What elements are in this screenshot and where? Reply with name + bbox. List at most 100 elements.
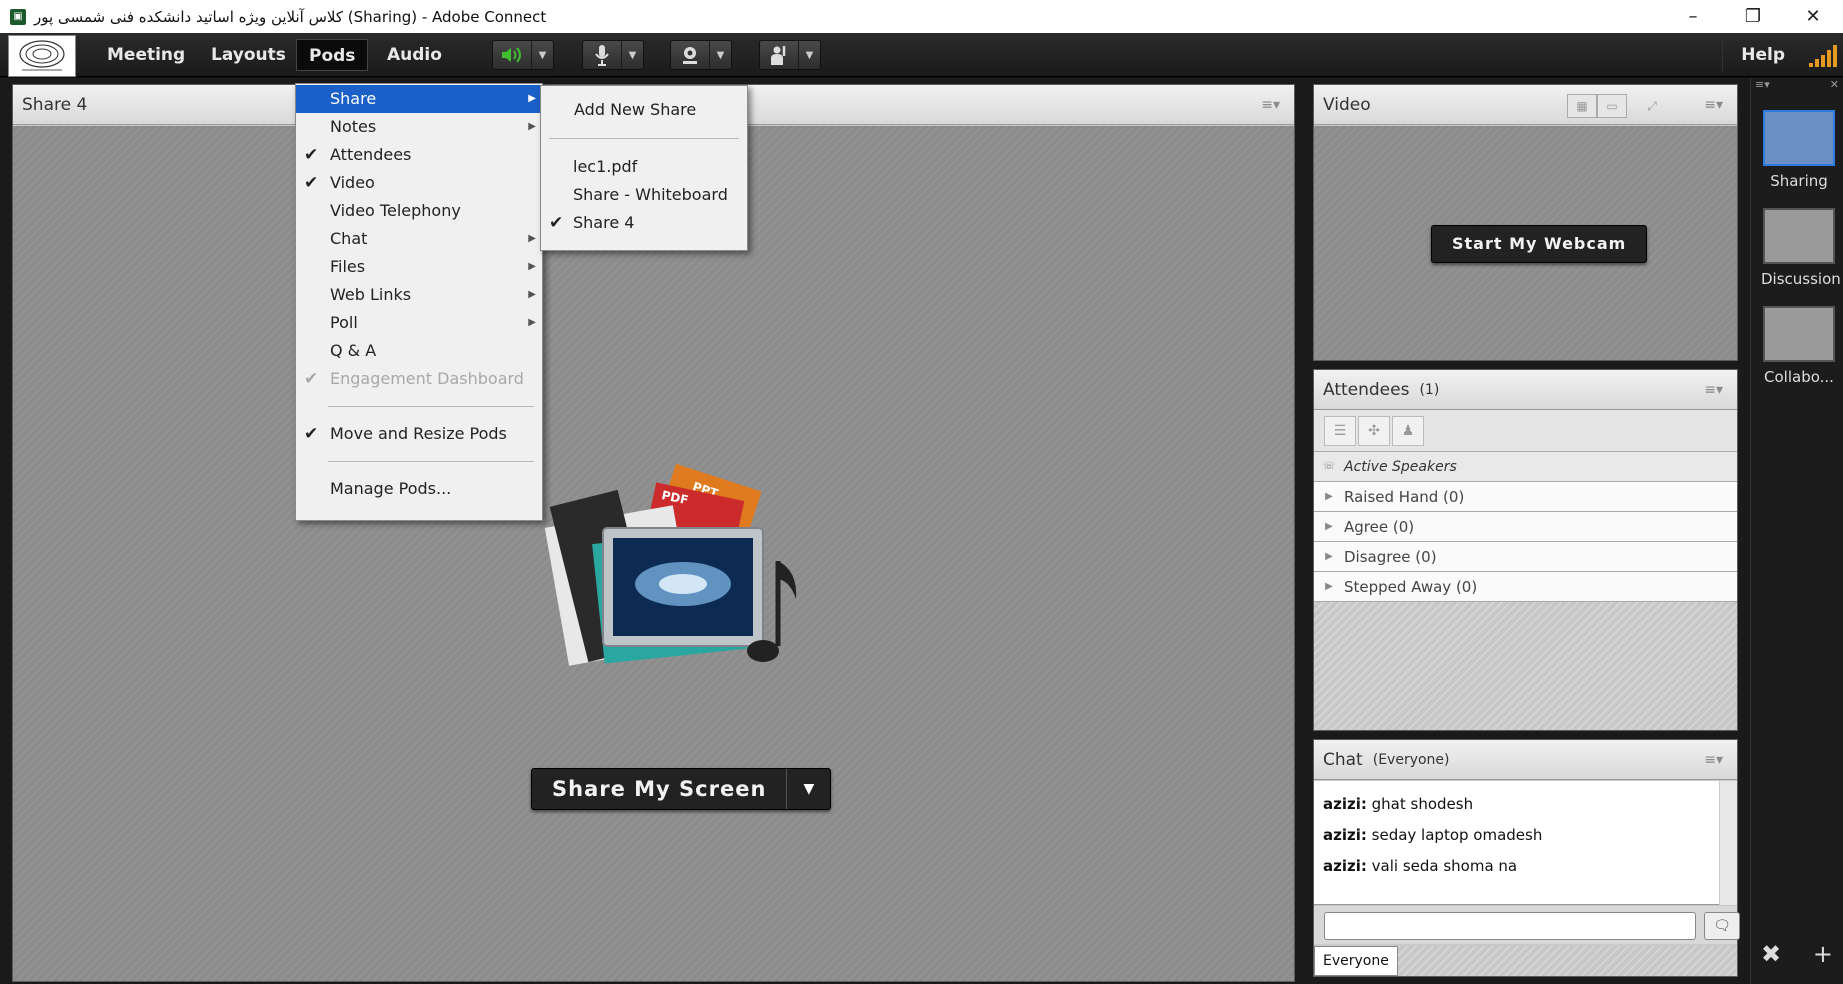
- checkmark-icon: ✔: [304, 173, 319, 193]
- chat-tab-everyone[interactable]: Everyone: [1314, 946, 1398, 976]
- grid-view-icon[interactable]: ▦: [1567, 94, 1597, 118]
- menu-audio[interactable]: Audio: [375, 39, 454, 71]
- status-button[interactable]: ▼: [759, 40, 821, 70]
- webcam-button[interactable]: ▼: [670, 40, 732, 70]
- pods-menu-share[interactable]: Share ▶: [296, 85, 542, 113]
- filmstrip-view-icon[interactable]: ▭: [1597, 94, 1627, 118]
- window-titlebar: ▣ کلاس آنلاین ویژه اساتید دانشکده فنی شم…: [0, 0, 1843, 33]
- pods-menu-manage-pods[interactable]: Manage Pods...: [296, 475, 542, 503]
- pods-menu-files[interactable]: Files ▶: [296, 253, 542, 281]
- pods-menu-poll[interactable]: Poll ▶: [296, 309, 542, 337]
- microphone-button[interactable]: ▼: [582, 40, 644, 70]
- share-submenu-share-4[interactable]: ✔ Share 4: [541, 209, 747, 237]
- share-my-screen-button[interactable]: Share My Screen ▼: [531, 768, 832, 810]
- layout-discussion[interactable]: Discussion: [1761, 208, 1841, 288]
- menu-item-label: Attendees: [330, 145, 412, 164]
- fullscreen-icon[interactable]: ⤢: [1637, 94, 1667, 118]
- attendee-group-label: Disagree (0): [1344, 547, 1437, 566]
- chat-scrollbar[interactable]: [1719, 781, 1737, 905]
- chat-pod: Chat (Everyone) ≡▾ azizi: ghat shodesh a…: [1313, 739, 1740, 977]
- pods-menu-video[interactable]: ✔ Video: [296, 169, 542, 197]
- menu-item-label: Share - Whiteboard: [573, 185, 728, 204]
- pods-menu-chat[interactable]: Chat ▶: [296, 225, 542, 253]
- menu-separator: [328, 406, 534, 407]
- active-speakers-label: Active Speakers: [1344, 458, 1457, 475]
- share-submenu: Add New Share lec1.pdf Share - Whiteboar…: [540, 85, 748, 251]
- layout-thumbnail: [1763, 306, 1835, 362]
- share-submenu-lec1-pdf[interactable]: lec1.pdf: [541, 153, 747, 181]
- pods-menu-notes[interactable]: Notes ▶: [296, 113, 542, 141]
- pods-menu-web-links[interactable]: Web Links ▶: [296, 281, 542, 309]
- pods-dropdown-menu: Share ▶ Notes ▶ ✔ Attendees ✔ Video Vide…: [295, 83, 543, 521]
- pod-options-icon[interactable]: ≡▾: [1704, 382, 1723, 398]
- share-media-graphic: PPT PDF: [538, 456, 818, 696]
- menu-item-label: Share: [330, 89, 377, 108]
- menu-layouts[interactable]: Layouts: [199, 39, 298, 71]
- layout-settings-icon[interactable]: ✖: [1761, 940, 1781, 968]
- attendee-group-row[interactable]: ▶ Agree (0): [1314, 512, 1737, 542]
- breakout-view-icon[interactable]: ✣: [1358, 416, 1390, 446]
- menu-help[interactable]: Help: [1722, 39, 1785, 71]
- webcam-dropdown-icon[interactable]: ▼: [709, 41, 731, 69]
- chat-user: azizi:: [1323, 857, 1367, 875]
- video-pod-body: Start My Webcam: [1314, 126, 1737, 360]
- checkmark-icon: ✔: [304, 145, 319, 165]
- menu-item-label: Q & A: [330, 341, 377, 360]
- chat-message: azizi: seday laptop omadesh: [1323, 820, 1711, 851]
- chat-user: azizi:: [1323, 795, 1367, 813]
- menu-item-label: Notes: [330, 117, 377, 136]
- pods-menu-move-resize[interactable]: ✔ Move and Resize Pods: [296, 420, 542, 448]
- pod-options-icon[interactable]: ≡▾: [1704, 752, 1723, 768]
- layouts-menu-icon[interactable]: ≡▾: [1755, 78, 1770, 91]
- menu-item-label: Video: [330, 173, 375, 192]
- share-submenu-add-new[interactable]: Add New Share: [541, 96, 747, 124]
- raise-hand-icon: [760, 44, 798, 66]
- list-view-icon[interactable]: ☰: [1324, 416, 1356, 446]
- expand-triangle-icon: ▶: [1325, 581, 1333, 592]
- pods-menu-attendees[interactable]: ✔ Attendees: [296, 141, 542, 169]
- menu-item-label: Video Telephony: [330, 201, 461, 220]
- webcam-icon: [671, 45, 709, 65]
- layout-collaboration[interactable]: Collabo...: [1761, 306, 1837, 386]
- share-submenu-whiteboard[interactable]: Share - Whiteboard: [541, 181, 747, 209]
- status-dropdown-icon[interactable]: ▼: [798, 41, 820, 69]
- pod-options-icon[interactable]: ≡▾: [1704, 97, 1723, 113]
- menu-item-label: Files: [330, 257, 366, 276]
- chat-message-input[interactable]: [1324, 912, 1696, 940]
- close-button[interactable]: ✕: [1783, 0, 1843, 33]
- expand-triangle-icon: ▶: [1325, 551, 1333, 562]
- attendees-pod: Attendees (1) ≡▾ ☰ ✣ ♟ ☏ Active Speakers…: [1313, 369, 1738, 731]
- layout-sharing[interactable]: Sharing: [1761, 110, 1837, 190]
- layouts-close-icon[interactable]: ✕: [1830, 78, 1839, 91]
- menu-item-label: Poll: [330, 313, 358, 332]
- send-message-icon[interactable]: 🗨: [1704, 912, 1740, 940]
- chat-message: azizi: ghat shodesh: [1323, 789, 1711, 820]
- menu-bar: Meeting Layouts Pods Audio ▼ ▼ ▼ ▼ Help: [0, 33, 1843, 77]
- attendee-group-row[interactable]: ▶ Disagree (0): [1314, 542, 1737, 572]
- speaker-dropdown-icon[interactable]: ▼: [531, 41, 553, 69]
- status-view-icon[interactable]: ♟: [1392, 416, 1424, 446]
- speaker-button[interactable]: ▼: [492, 40, 554, 70]
- pods-menu-qa[interactable]: Q & A: [296, 337, 542, 365]
- attendee-group-row[interactable]: ▶ Stepped Away (0): [1314, 572, 1737, 602]
- chat-tab-bar: [1398, 946, 1737, 976]
- checkmark-icon: ✔: [304, 369, 319, 389]
- microphone-icon: [583, 44, 621, 66]
- active-speakers-row: ☏ Active Speakers: [1314, 452, 1737, 482]
- pods-menu-video-telephony[interactable]: Video Telephony: [296, 197, 542, 225]
- pod-options-icon[interactable]: ≡▾: [1261, 97, 1280, 113]
- start-webcam-button[interactable]: Start My Webcam: [1431, 225, 1648, 263]
- submenu-arrow-icon: ▶: [528, 233, 536, 244]
- add-layout-icon[interactable]: +: [1813, 940, 1833, 968]
- share-dropdown-icon[interactable]: ▼: [786, 769, 830, 809]
- restore-button[interactable]: ❐: [1723, 0, 1783, 33]
- attendee-group-row[interactable]: ▶ Raised Hand (0): [1314, 482, 1737, 512]
- menu-meeting[interactable]: Meeting: [95, 39, 197, 71]
- menu-item-label: Move and Resize Pods: [330, 424, 507, 443]
- minimize-button[interactable]: –: [1663, 0, 1723, 33]
- chat-user: azizi:: [1323, 826, 1367, 844]
- microphone-dropdown-icon[interactable]: ▼: [621, 41, 643, 69]
- menu-pods[interactable]: Pods: [296, 39, 369, 71]
- expand-triangle-icon: ▶: [1325, 521, 1333, 532]
- layouts-bar-controls: ≡▾ ✕: [1755, 78, 1839, 94]
